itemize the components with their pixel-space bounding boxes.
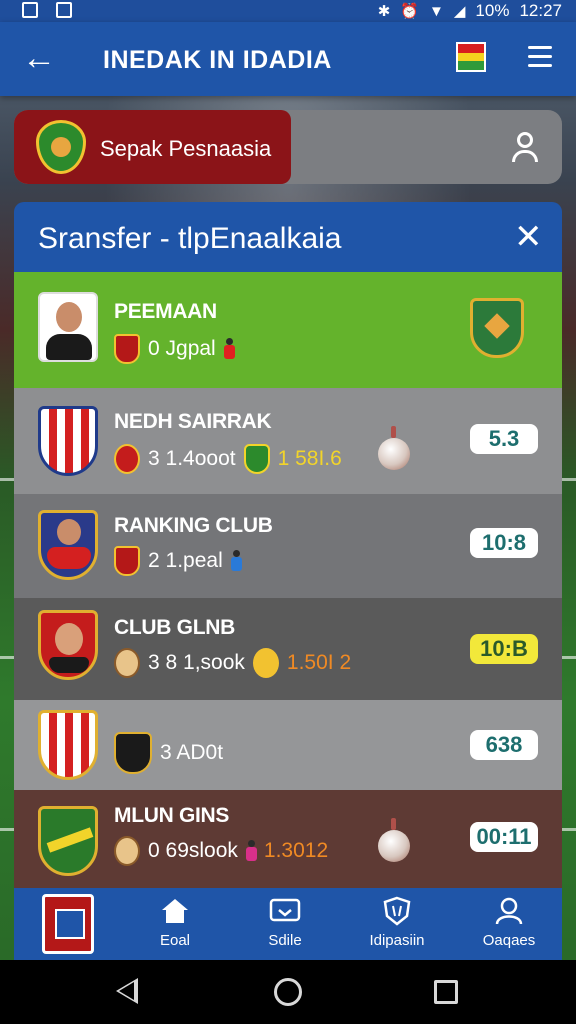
transfer-detail: 0 Jgpal [148, 337, 216, 360]
transfer-row[interactable]: MLUN GINS 0 69slook 1.3012 00:11 [14, 790, 562, 892]
nav-item-label: Eoal [159, 932, 191, 949]
transfer-row[interactable]: RANKING CLUB 2 1.peal 10:8 [14, 494, 562, 598]
league-name: Sepak Pesnaasia [100, 136, 272, 161]
trophy-icon [114, 648, 140, 678]
score-badge: 638 [470, 730, 538, 760]
player-figure-icon [230, 550, 242, 572]
ball-icon [378, 426, 410, 470]
country-flag-icon[interactable] [456, 42, 486, 72]
profile-search-icon[interactable] [510, 130, 544, 164]
score-badge: 10:B [470, 634, 538, 664]
player-figure-icon [223, 338, 235, 360]
club-crest-icon [38, 806, 98, 876]
club-badge-icon [114, 444, 140, 474]
player-figure-icon [245, 840, 257, 862]
score-badge: 10:8 [470, 528, 538, 558]
bottom-navigation: Eoal Sdile Idipasiin Oaqaes [14, 888, 562, 960]
transfer-detail: 3 1.4ooot [148, 447, 236, 470]
transfer-panel: Sransfer - tlpEnaalkaia ✕ PEEMAAN 0 Jgpa… [14, 202, 562, 892]
profile-icon [495, 897, 523, 925]
score-badge: 00:11 [470, 822, 538, 852]
nav-item-label: Oaqaes [482, 932, 536, 949]
bluetooth-icon: ✱ [377, 3, 391, 20]
shield-icon [383, 896, 411, 926]
transfer-detail: 3 AD0t [160, 741, 224, 764]
destination-club-crest-icon [470, 298, 524, 358]
system-recents-icon[interactable] [434, 980, 458, 1004]
league-selector[interactable]: Sepak Pesnaasia [14, 110, 291, 184]
app-bar: ← INEDAK IN IDADIA [0, 22, 576, 96]
transfer-row[interactable]: NEDH SAIRRAK 3 1.4ooot 1 58I.6 5.3 [14, 388, 562, 494]
club-crest-icon [38, 710, 98, 780]
coin-icon [252, 648, 279, 678]
hamburger-menu-icon[interactable] [528, 46, 552, 73]
row-details: 0 Jgpal [114, 334, 235, 364]
player-name: PEEMAAN [114, 300, 217, 323]
transfer-detail: 2 1.peal [148, 549, 223, 572]
nav-item-label: Sdile [268, 932, 302, 949]
transfer-row[interactable]: PEEMAAN 0 Jgpal [14, 272, 562, 388]
system-back-icon[interactable] [116, 978, 138, 1004]
club-crest-icon [114, 546, 140, 576]
row-details: 2 1.peal [114, 546, 242, 576]
close-icon[interactable]: ✕ [514, 220, 543, 254]
ball-icon [378, 818, 410, 862]
nav-item-profile[interactable]: Oaqaes [464, 896, 554, 949]
nav-item-tv[interactable]: Sdile [240, 896, 330, 949]
club-name: RANKING CLUB [114, 514, 273, 537]
system-navigation-bar [0, 960, 576, 1024]
wifi-icon: ▼ [429, 2, 444, 20]
home-icon [162, 899, 188, 923]
system-home-icon[interactable] [274, 978, 302, 1006]
nav-item-home[interactable]: Eoal [130, 896, 220, 949]
transfer-row[interactable]: CLUB GLNB 3 8 1,sook 1.50I 2 10:B [14, 598, 562, 700]
nav-item-label: Idipasiin [369, 932, 425, 949]
trophy-icon [114, 836, 140, 866]
player-photo [38, 510, 98, 580]
row-details: 0 69slook 1.3012 [114, 836, 328, 866]
status-bar: ✱ ⏰ ▼ ◢ 10% 12:27 [0, 0, 576, 22]
transfer-fee: 1.3012 [263, 839, 329, 862]
alarm-icon: ⏰ [400, 3, 420, 20]
club-badge-icon [243, 444, 270, 474]
panel-header: Sransfer - tlpEnaalkaia ✕ [14, 202, 562, 272]
score-badge: 5.3 [470, 424, 538, 454]
app-logo-icon[interactable] [42, 894, 94, 954]
transfer-fee: 1.50I 2 [286, 651, 352, 674]
clock: 12:27 [519, 1, 562, 20]
club-crest-icon [114, 334, 140, 364]
image-notification-icon [56, 2, 72, 18]
transfer-row[interactable]: 3 AD0t 638 [14, 700, 562, 790]
club-name: CLUB GLNB [114, 616, 235, 639]
transfer-detail: 0 69slook [148, 839, 238, 862]
league-badge-icon [36, 120, 86, 174]
row-details: 3 8 1,sook 1.50I 2 [114, 648, 351, 678]
signal-icon: ◢ [453, 3, 466, 20]
panel-title: Sransfer - tlpEnaalkaia [38, 222, 342, 255]
transfer-detail: 3 8 1,sook [148, 651, 245, 674]
nav-item-clubs[interactable]: Idipasiin [352, 896, 442, 949]
notification-icon [22, 2, 38, 18]
row-details: 3 1.4ooot 1 58I.6 [114, 444, 342, 474]
tv-icon [269, 898, 301, 922]
transfer-fee: 1 58I.6 [277, 447, 342, 470]
app-title: INEDAK IN IDADIA [103, 46, 332, 74]
league-search-bar[interactable]: Sepak Pesnaasia [14, 110, 562, 184]
club-name: MLUN GINS [114, 804, 230, 827]
player-photo [38, 610, 98, 680]
club-badge-icon [114, 732, 152, 774]
row-details: 3 AD0t [114, 732, 223, 774]
player-photo [38, 292, 98, 362]
club-crest-icon [38, 406, 98, 476]
back-arrow-icon[interactable]: ← [22, 38, 56, 78]
battery-level: 10% [475, 1, 510, 20]
club-name: NEDH SAIRRAK [114, 410, 272, 433]
